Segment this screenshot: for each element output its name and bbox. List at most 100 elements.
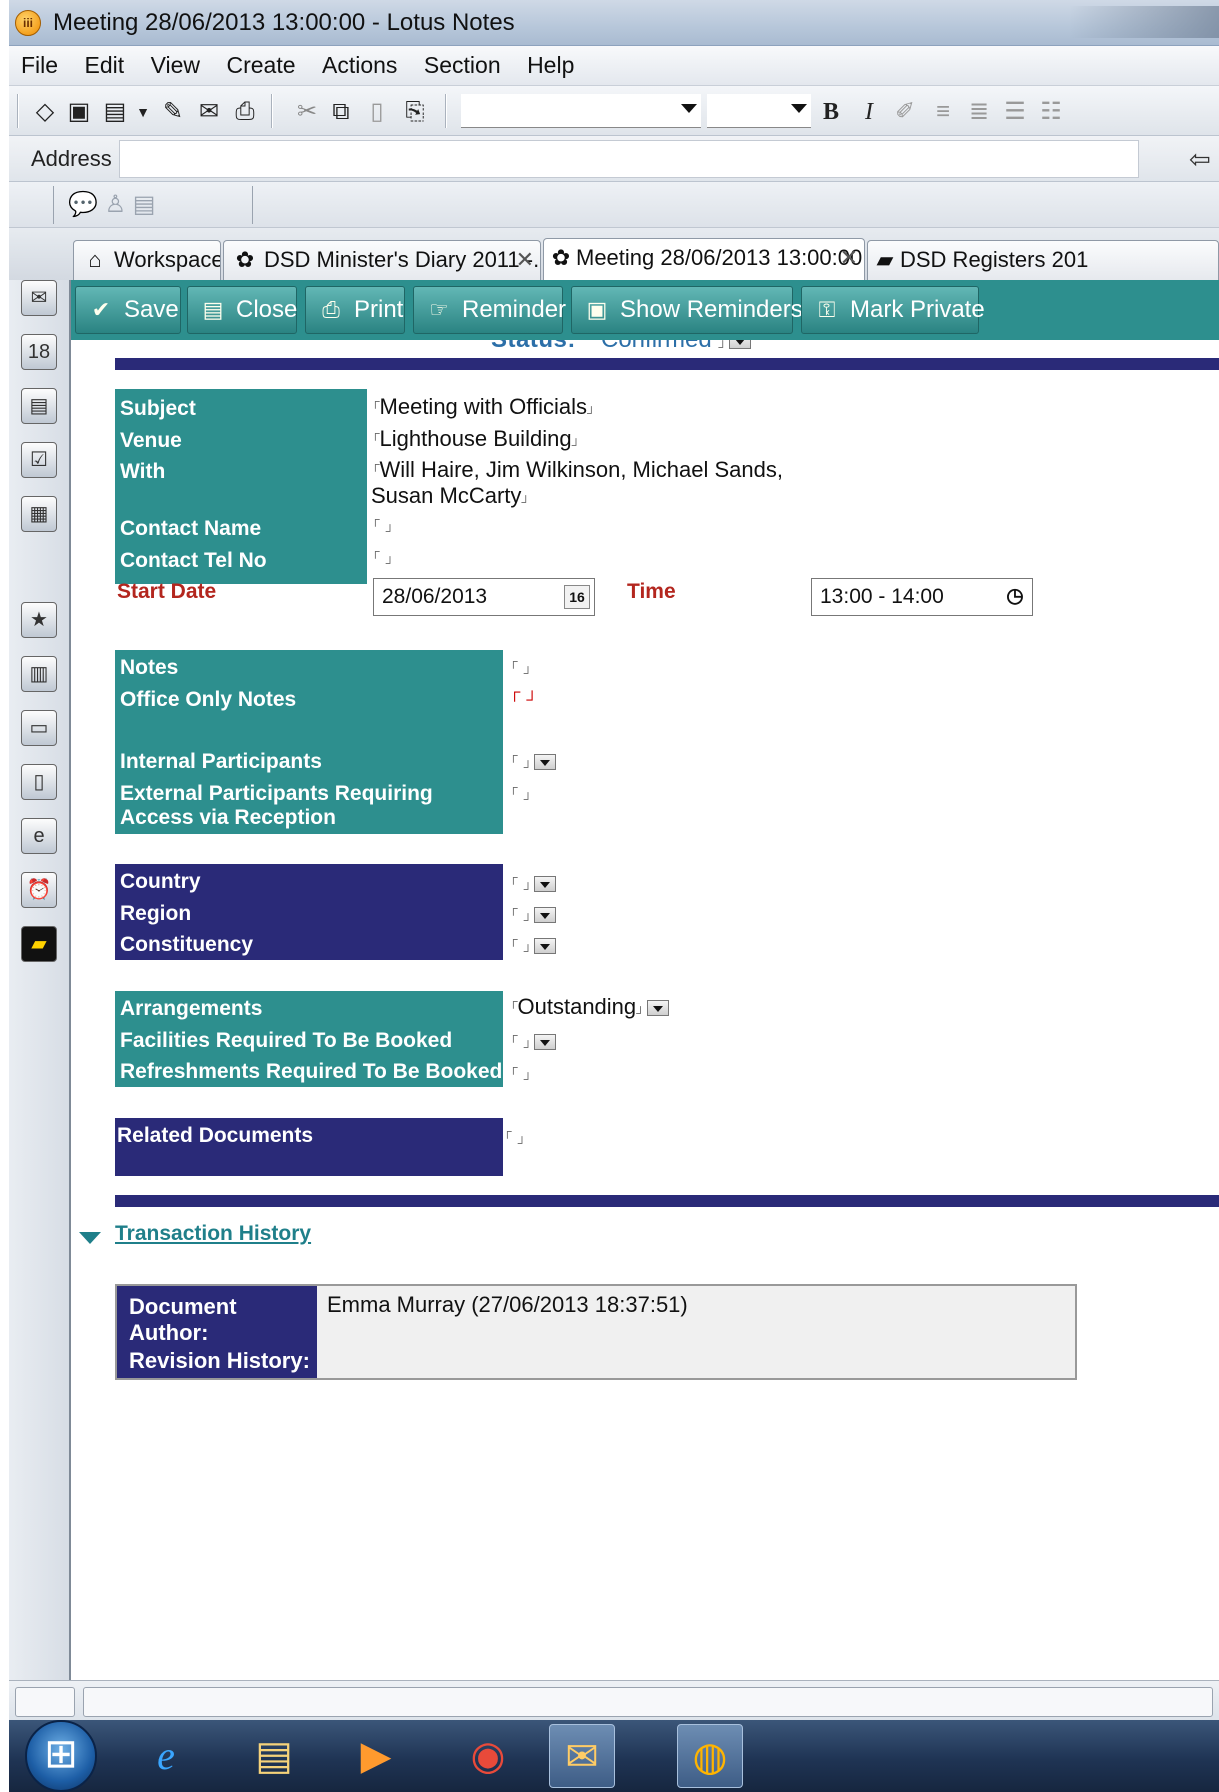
print-icon[interactable]: ⎙ (231, 98, 259, 126)
folder-icon[interactable]: ▭ (21, 710, 57, 746)
window-controls[interactable] (1069, 6, 1219, 38)
address-input[interactable] (119, 140, 1139, 178)
style-combo[interactable] (461, 94, 701, 128)
mail-icon[interactable]: ✉ (21, 280, 57, 316)
constituency-dropdown[interactable] (534, 938, 557, 955)
arrangements-field[interactable]: ┌Outstanding┘ (509, 994, 669, 1020)
highlight-icon[interactable]: ✐ (891, 98, 919, 126)
edit-document-icon[interactable]: ✎ (159, 98, 187, 126)
chat-bubble-icon[interactable]: 💬 (68, 191, 98, 218)
subject-label: Subject (120, 397, 196, 420)
alarm-icon[interactable]: ⏰ (21, 872, 57, 908)
save-button[interactable]: ✔ Save (75, 286, 181, 334)
related-documents-field[interactable]: ┌ ┘ (503, 1124, 526, 1150)
numbered-list-icon[interactable]: ☷ (1037, 98, 1065, 126)
tab-workspace[interactable]: ⌂ Workspace (73, 240, 221, 280)
open-dropdown-icon[interactable]: ▼ (129, 98, 157, 126)
replicator-icon[interactable]: ▦ (21, 496, 57, 532)
venue-field[interactable]: ┌Lighthouse Building┘ (371, 426, 580, 452)
time-input[interactable]: 13:00 - 14:00 ◷ (811, 578, 1033, 616)
menu-help[interactable]: Help (527, 52, 574, 79)
document-library-icon[interactable]: ▰ (21, 926, 57, 962)
calendar-icon[interactable]: 18 (21, 334, 57, 370)
tab-dsd-registers[interactable]: ▰ DSD Registers 201 (867, 240, 1219, 280)
facilities-dropdown[interactable] (534, 1034, 557, 1051)
region-field[interactable]: ┌ ┘ (509, 901, 557, 927)
favorites-icon[interactable]: ★ (21, 602, 57, 638)
facilities-field[interactable]: ┌ ┘ (509, 1028, 557, 1054)
new-icon[interactable]: ◇ (31, 98, 59, 126)
align-justify-icon[interactable]: ≣ (965, 98, 993, 126)
mark-private-button[interactable]: ⚿ Mark Private (801, 286, 985, 334)
reminder-button[interactable]: ☞ Reminder (413, 286, 566, 334)
printer-icon: ⎙ (322, 297, 340, 322)
transaction-history-link[interactable]: Transaction History (115, 1222, 311, 1246)
tab-meeting[interactable]: ✿ Meeting 28/06/2013 13:00:00 ✕ (543, 238, 865, 280)
font-size-combo[interactable] (707, 94, 811, 128)
menu-section[interactable]: Section (424, 52, 501, 79)
chrome-icon[interactable]: ◉ (455, 1724, 521, 1788)
back-arrow-icon[interactable]: ⇦ (1189, 144, 1211, 175)
show-reminders-button[interactable]: ▣ Show Reminders (571, 286, 803, 334)
tab-ministers-diary[interactable]: ✿ DSD Minister's Diary 2011 -... ✕ (223, 240, 541, 280)
menu-create[interactable]: Create (227, 52, 296, 79)
status-bar-message[interactable] (83, 1687, 1213, 1717)
lotus-notes-taskbar-icon[interactable]: ✉ (549, 1724, 615, 1788)
notes-field[interactable]: ┌ ┘ (509, 654, 532, 680)
status-dropdown[interactable] (728, 340, 751, 349)
start-orb-icon[interactable]: ⊞ (25, 1720, 97, 1792)
field-end-marker: ┘ (523, 1072, 533, 1086)
with-field-line2[interactable]: Susan McCarty┘ (371, 483, 530, 509)
menu-actions[interactable]: Actions (322, 52, 397, 79)
align-left-icon[interactable]: ≡ (929, 98, 957, 126)
close-button[interactable]: ▤ Close (187, 286, 297, 334)
print-button[interactable]: ⎙ Print (305, 286, 405, 334)
calendar-picker-icon[interactable]: 16 (564, 585, 590, 609)
bold-icon[interactable]: B (817, 98, 845, 126)
italic-icon[interactable]: I (855, 98, 883, 126)
copy-link-icon[interactable]: ⎘ (401, 98, 429, 126)
bullet-list-icon[interactable]: ☰ (1001, 98, 1029, 126)
status-value[interactable]: Confirmed ┘ (601, 340, 751, 354)
status-bar-segment[interactable] (15, 1687, 75, 1717)
cut-icon[interactable]: ✂ (293, 98, 321, 126)
country-dropdown[interactable] (534, 876, 557, 893)
address-book-icon[interactable]: ▤ (21, 388, 57, 424)
internal-participants-field[interactable]: ┌ ┘ (509, 748, 557, 774)
document-icon[interactable]: ▤ (133, 191, 156, 218)
menu-view[interactable]: View (151, 52, 200, 79)
start-date-input[interactable]: 28/06/2013 16 (373, 578, 595, 616)
copy-icon[interactable]: ⧉ (327, 98, 355, 126)
internet-icon[interactable]: e (21, 818, 57, 854)
lotus-notes-active-icon[interactable]: ◍ (677, 1724, 743, 1788)
arrangements-dropdown[interactable] (646, 1000, 669, 1017)
databases-icon[interactable]: ▥ (21, 656, 57, 692)
with-field[interactable]: ┌Will Haire, Jim Wilkinson, Michael Sand… (371, 457, 783, 483)
twisty-collapse-icon[interactable] (79, 1232, 101, 1244)
menu-edit[interactable]: Edit (85, 52, 125, 79)
constituency-field[interactable]: ┌ ┘ (509, 932, 557, 958)
subject-field[interactable]: ┌Meeting with Officials┘ (371, 394, 595, 420)
open-icon[interactable]: ▤ (101, 98, 129, 126)
clock-icon[interactable]: ◷ (1002, 585, 1028, 609)
contact-name-field[interactable]: ┌ ┘ (371, 512, 394, 538)
todo-icon[interactable]: ☑ (21, 442, 57, 478)
media-player-icon[interactable]: ▶ (343, 1724, 409, 1788)
external-participants-field[interactable]: ┌ ┘ (509, 780, 532, 806)
contact-tel-field[interactable]: ┌ ┘ (371, 544, 394, 570)
save-icon[interactable]: ▣ (65, 98, 93, 126)
person-icon[interactable]: ♙ (105, 191, 127, 218)
forward-icon[interactable]: ✉ (195, 98, 223, 126)
country-field[interactable]: ┌ ┘ (509, 870, 557, 896)
close-icon[interactable]: ✕ (516, 241, 534, 279)
office-only-notes-field[interactable]: ┌ ┘ (509, 684, 538, 710)
close-icon[interactable]: ✕ (840, 239, 858, 277)
menu-file[interactable]: File (21, 52, 58, 79)
internal-participants-dropdown[interactable] (534, 754, 557, 771)
paste-icon[interactable]: ▯ (363, 98, 391, 126)
server-icon[interactable]: ▯ (21, 764, 57, 800)
refreshments-field[interactable]: ┌ ┘ (509, 1060, 532, 1086)
file-explorer-icon[interactable]: ▤ (241, 1724, 307, 1788)
internet-explorer-icon[interactable]: e (133, 1724, 199, 1788)
region-dropdown[interactable] (534, 907, 557, 924)
